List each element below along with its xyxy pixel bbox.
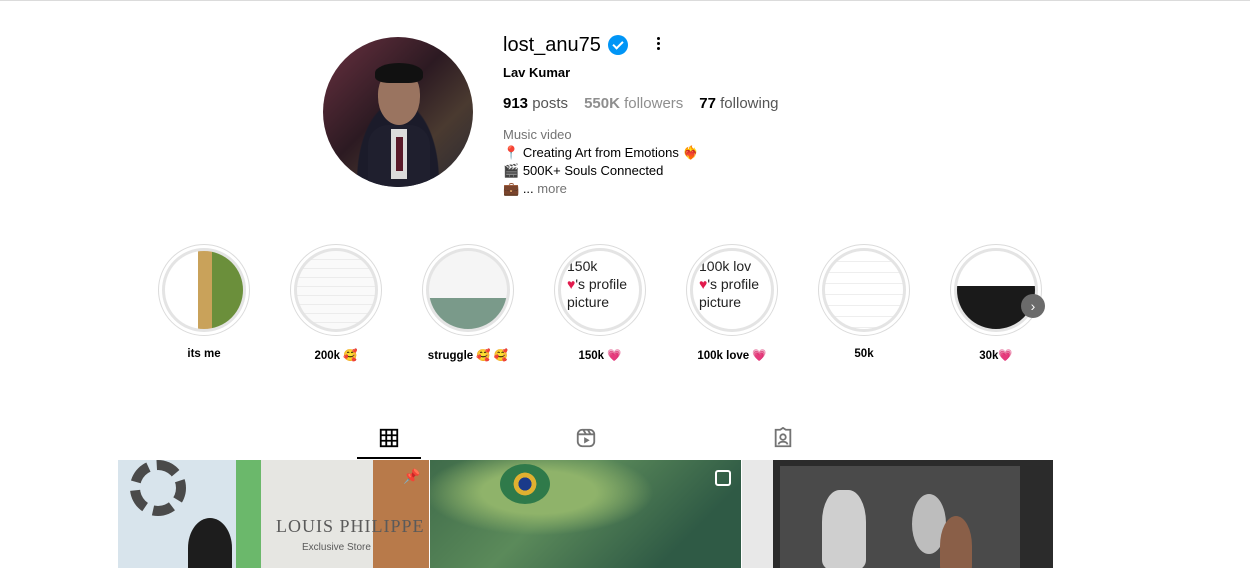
bio-line-1: 📍 Creating Art from Emotions ❤️‍🔥 bbox=[503, 145, 699, 160]
profile-tabs bbox=[118, 420, 1053, 459]
full-name: Lav Kumar bbox=[503, 65, 571, 80]
chevron-right-icon[interactable]: › bbox=[1021, 294, 1045, 318]
highlight-cover bbox=[822, 248, 906, 332]
tab-tagged[interactable] bbox=[751, 420, 815, 459]
broken-image-alt: 150k ♥'s profile picture bbox=[567, 258, 628, 310]
profile-stats: 913 posts 550K followers 77 following bbox=[503, 95, 779, 112]
gear-decoration bbox=[130, 460, 186, 516]
highlight-cover: 150k ♥'s profile picture bbox=[558, 248, 642, 332]
highlight-label: struggle 🥰 🥰 bbox=[427, 350, 509, 362]
following-stat[interactable]: 77 following bbox=[699, 95, 778, 112]
highlight-label: 200k 🥰 bbox=[314, 350, 358, 362]
bio-line-3: 💼 ... more bbox=[503, 181, 567, 196]
monitor-screen bbox=[780, 466, 1020, 568]
highlight-item[interactable]: struggle 🥰 🥰 bbox=[422, 244, 514, 362]
story-highlights: its me 200k 🥰 struggle 🥰 🥰 150k ♥'s prof… bbox=[158, 244, 1042, 362]
heart-fire-icon: ❤️‍🔥 bbox=[682, 145, 699, 160]
highlight-item[interactable]: 50k bbox=[818, 244, 910, 362]
broken-image-alt: 100k lov ♥'s profile picture bbox=[699, 258, 760, 310]
pinned-post-icon: 📌 bbox=[403, 468, 421, 484]
store-sign-sub: Exclusive Store bbox=[302, 542, 371, 553]
post-thumbnail[interactable] bbox=[430, 460, 741, 568]
highlight-label: 100k love 💗 bbox=[697, 350, 767, 362]
grid-icon bbox=[379, 428, 399, 448]
bio-line-2: 🎬 500K+ Souls Connected bbox=[503, 163, 664, 178]
profile-avatar[interactable] bbox=[323, 37, 473, 187]
username-row: lost_anu75 bbox=[503, 33, 628, 57]
avatar-tie bbox=[396, 137, 403, 171]
top-divider bbox=[0, 0, 1250, 1]
highlight-label: its me bbox=[187, 348, 221, 360]
posts-stat: 913 posts bbox=[503, 95, 569, 112]
highlight-label: 30k💗 bbox=[979, 350, 1013, 362]
highlight-item[interactable]: 100k lov ♥'s profile picture 100k love 💗 bbox=[686, 244, 778, 362]
peacock-feather-art bbox=[500, 464, 550, 504]
highlight-label: 50k bbox=[854, 348, 874, 360]
highlight-item[interactable]: its me bbox=[158, 244, 250, 362]
bio-more-link[interactable]: more bbox=[537, 181, 567, 196]
post-thumbnail[interactable]: LOUIS PHILIPPE Exclusive Store 📌 bbox=[118, 460, 429, 568]
highlight-cover bbox=[954, 248, 1038, 332]
highlight-cover bbox=[294, 248, 378, 332]
verified-badge-icon bbox=[607, 35, 628, 55]
highlight-cover bbox=[162, 248, 246, 332]
post-person bbox=[188, 518, 232, 568]
highlight-cover: 100k lov ♥'s profile picture bbox=[690, 248, 774, 332]
avatar-hair bbox=[375, 63, 423, 83]
store-sign: LOUIS PHILIPPE bbox=[276, 516, 425, 536]
options-menu-icon[interactable] bbox=[652, 35, 664, 51]
highlight-label: 150k 💗 bbox=[578, 350, 622, 362]
reels-icon bbox=[576, 428, 596, 448]
highlight-cover bbox=[426, 248, 510, 332]
clapper-icon: 🎬 bbox=[503, 163, 520, 178]
tab-reels[interactable] bbox=[554, 420, 618, 459]
briefcase-icon: 💼 bbox=[503, 181, 520, 196]
post-thumbnail[interactable] bbox=[742, 460, 1053, 568]
multiple-images-icon bbox=[715, 470, 731, 486]
pin-icon: 📍 bbox=[503, 145, 520, 160]
sculpture-render bbox=[822, 490, 866, 568]
tagged-icon bbox=[774, 427, 792, 448]
followers-stat[interactable]: 550K followers bbox=[584, 95, 683, 112]
username: lost_anu75 bbox=[503, 33, 601, 56]
bio-category: Music video bbox=[503, 127, 572, 142]
post-person bbox=[940, 516, 972, 568]
highlight-item[interactable]: 150k ♥'s profile picture 150k 💗 bbox=[554, 244, 646, 362]
profile-bio: Music video 📍 Creating Art from Emotions… bbox=[503, 126, 699, 198]
tab-posts[interactable] bbox=[357, 420, 421, 459]
highlight-item[interactable]: 200k 🥰 bbox=[290, 244, 382, 362]
